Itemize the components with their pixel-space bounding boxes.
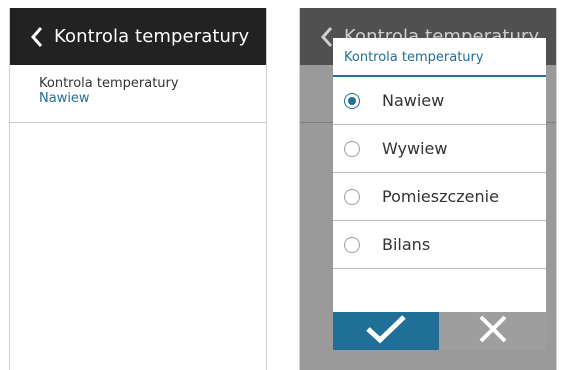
dialog-buttons	[333, 312, 546, 350]
page-title: Kontrola temperatury	[54, 26, 250, 47]
option-wywiew[interactable]: Wywiew	[333, 125, 546, 173]
dialog-title: Kontrola temperatury	[333, 38, 546, 77]
radio-selected-icon[interactable]	[344, 92, 360, 109]
radio-unselected-icon[interactable]	[344, 236, 360, 253]
cancel-button[interactable]	[439, 312, 546, 350]
checkmark-icon	[364, 314, 408, 348]
setting-value: Nawiew	[39, 91, 90, 106]
setting-label: Kontrola temperatury	[39, 76, 179, 91]
header-bar: Kontrola temperatury	[10, 8, 266, 65]
selection-dialog: Kontrola temperatury Nawiew Wywiew Pomie…	[333, 38, 546, 350]
option-label: Bilans	[382, 235, 431, 254]
setting-row-temperature-control[interactable]: Kontrola temperatury Nawiew	[10, 65, 266, 123]
option-pomieszczenie[interactable]: Pomieszczenie	[333, 173, 546, 221]
close-icon	[478, 314, 508, 348]
radio-unselected-icon[interactable]	[344, 188, 360, 205]
radio-unselected-icon[interactable]	[344, 140, 360, 157]
option-label: Pomieszczenie	[382, 187, 499, 206]
option-nawiew[interactable]: Nawiew	[333, 77, 546, 125]
temperature-control-screen-dialog: Kontrola temperatury Kontrola temperatur…	[299, 8, 557, 370]
temperature-control-screen: Kontrola temperatury Kontrola temperatur…	[9, 8, 267, 370]
option-label: Nawiew	[382, 91, 445, 110]
back-arrow-icon[interactable]	[30, 26, 44, 48]
confirm-button[interactable]	[333, 312, 439, 350]
back-arrow-icon	[320, 26, 334, 48]
option-bilans[interactable]: Bilans	[333, 221, 546, 269]
option-label: Wywiew	[382, 139, 448, 158]
